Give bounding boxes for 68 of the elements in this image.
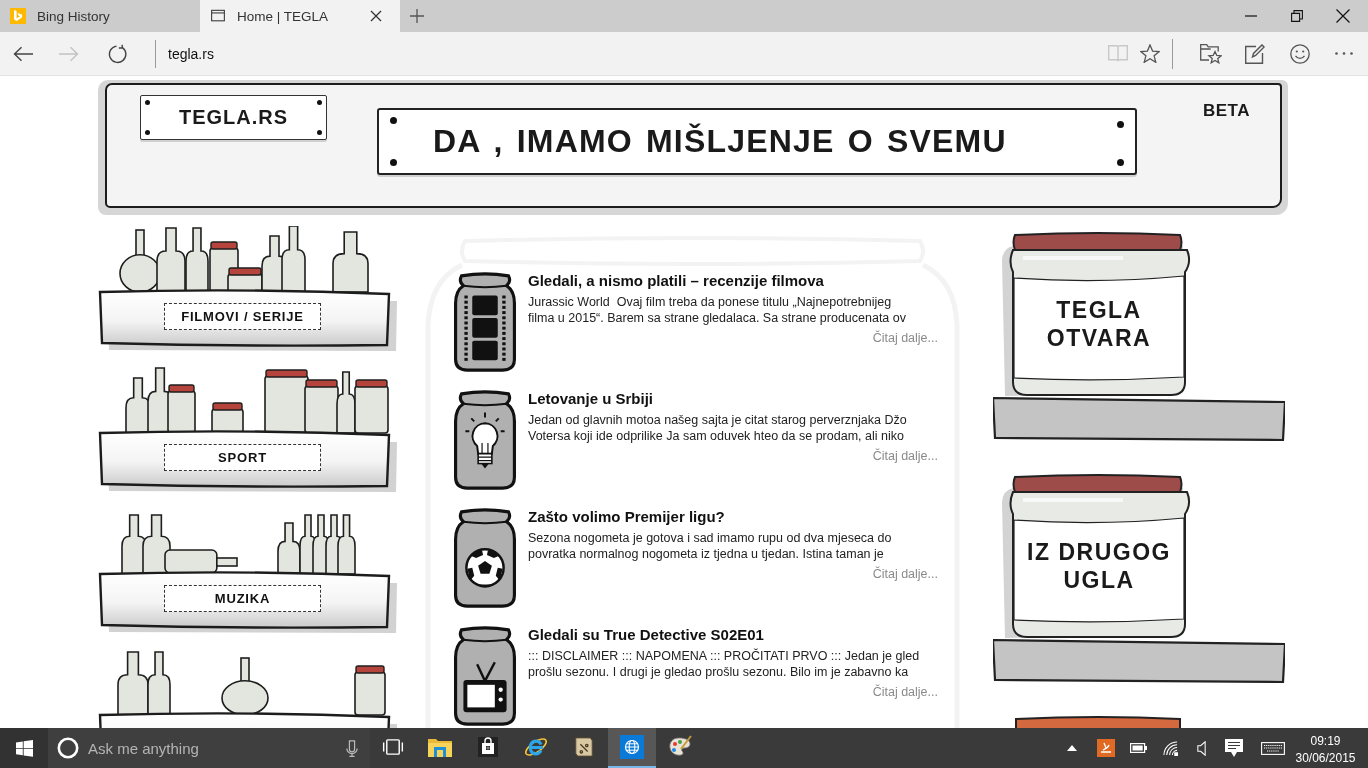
read-more-link[interactable]: Čitaj dalje... — [872, 684, 938, 700]
nail-icon — [1117, 121, 1124, 128]
article-title-link[interactable]: Letovanje u Srbiji — [528, 390, 654, 408]
clock-button[interactable]: 09:19 30/06/2015 — [1291, 728, 1360, 768]
pen-square-icon — [1245, 43, 1265, 64]
palette-icon — [668, 735, 692, 759]
article-title-link[interactable]: Gledali su True Detective S02E01 — [528, 626, 764, 644]
keyboard-icon — [1261, 741, 1285, 755]
lightbulb-jar-icon — [452, 389, 518, 491]
refresh-icon — [108, 43, 128, 64]
nail-icon — [390, 159, 397, 166]
wifi-icon — [1162, 740, 1178, 756]
app-tile-icon — [1097, 739, 1115, 757]
browser-tab[interactable]: Home | TEGLA — [200, 0, 400, 32]
nail-icon — [317, 130, 322, 135]
restore-icon — [1291, 10, 1303, 22]
cortana-ring-icon — [57, 737, 79, 759]
start-button[interactable] — [0, 728, 48, 768]
film-strip-jar-icon — [452, 271, 518, 373]
folder-icon — [428, 737, 452, 757]
category-link[interactable]: FILMOVI / SERIJE — [164, 303, 321, 330]
read-more-link[interactable]: Čitaj dalje... — [872, 448, 938, 464]
article-title-link[interactable]: Gledali, a nismo platili – recenzije filmova — [528, 272, 824, 290]
soccer-ball-jar-icon — [452, 507, 518, 609]
nail-icon — [317, 100, 322, 105]
beta-label: BETA — [1203, 101, 1250, 121]
scroll-icon — [574, 736, 594, 758]
globe-icon — [620, 735, 644, 759]
nail-icon — [145, 130, 150, 135]
task-view-icon — [382, 739, 404, 755]
microphone-icon — [346, 738, 358, 758]
minimize-icon — [1245, 15, 1257, 17]
search-field[interactable]: Ask me anything — [48, 728, 370, 768]
nail-icon — [145, 100, 150, 105]
read-more-link[interactable]: Čitaj dalje... — [872, 566, 938, 582]
windows-logo-icon — [15, 739, 33, 757]
category-link[interactable]: MUZIKA — [164, 585, 321, 612]
shopping-bag-icon — [478, 737, 498, 757]
category-link[interactable]: SPORT — [164, 444, 321, 471]
book-icon — [1108, 45, 1128, 62]
more-icon — [1335, 52, 1353, 55]
address-input[interactable]: tegla.rs — [168, 43, 368, 64]
nail-icon — [1117, 159, 1124, 166]
notification-icon — [1225, 739, 1243, 757]
search-input[interactable]: Ask me anything — [88, 739, 337, 757]
battery-icon — [1129, 743, 1147, 753]
e-logo-icon — [524, 735, 548, 759]
right-arrow-icon — [59, 45, 79, 62]
smiley-icon — [1289, 43, 1310, 64]
slogan-text: DA , IMAMO MIŠLJENJE O SVEMU — [433, 123, 1007, 160]
left-arrow-icon — [13, 45, 33, 62]
site-logo-link[interactable]: TEGLA.RS — [140, 95, 327, 140]
article-title-link[interactable]: Zašto volimo Premijer ligu? — [528, 508, 725, 526]
article-excerpt: ::: DISCLAIMER ::: NAPOMENA ::: PROČITATI PRVO ::: Jedan je gled prošlu sezonu. I drugi je gledao prošlu sezonu. Bilo im je zabavno ka — [528, 648, 920, 680]
speaker-icon — [1196, 740, 1206, 756]
plus-icon — [410, 9, 424, 23]
nail-icon — [390, 117, 397, 124]
read-more-link[interactable]: Čitaj dalje... — [872, 330, 938, 346]
page-icon — [210, 9, 226, 23]
folder-star-icon — [1200, 43, 1222, 64]
article-excerpt: Jurassic World Ovaj film treba da ponese titulu „Najnepotrebnijeg filma u 2015“. Barem sa strane gledalaca. Sa strane producenata ov — [528, 294, 906, 326]
star-icon — [1140, 44, 1160, 63]
article-excerpt: Jedan od glavnih motoa našeg sajta je citat starog perverznjaka Džo Votersa koji ide odprilike Ja sam oduvek hteo da se prodam, ali niko — [528, 412, 907, 444]
article-excerpt: Sezona nogometa je gotova i sad imamo rupu od dva mjeseca do povratka normalnog nogometa iz tjedna u tjedan. Istina taman je — [528, 530, 892, 562]
close-icon — [1336, 9, 1350, 23]
chevron-up-icon — [1067, 745, 1077, 751]
b-logo-icon — [10, 8, 26, 24]
close-icon — [370, 10, 382, 22]
